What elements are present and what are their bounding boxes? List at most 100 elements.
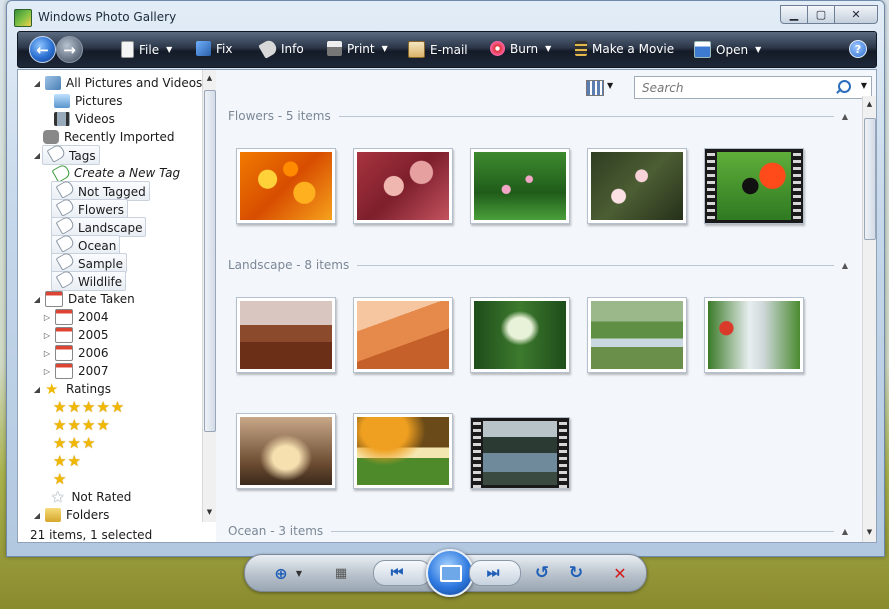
collapse-arrow-icon[interactable]: ◢ (32, 511, 42, 520)
tree-recently-imported[interactable]: Recently Imported (40, 128, 175, 146)
tree-tags[interactable]: ◢ Tags (32, 143, 100, 165)
rating-filter-4-stars[interactable]: ★★★★ (53, 416, 111, 434)
expand-arrow-icon[interactable]: ▷ (42, 349, 52, 358)
slideshow-button[interactable] (426, 549, 474, 597)
tree-tag-item[interactable]: Wildlife (51, 269, 127, 291)
back-arrow-icon: ← (36, 40, 49, 59)
chevron-down-icon[interactable]: ▼ (607, 81, 613, 90)
tree-year-item[interactable]: ▷ 2006 (42, 344, 109, 362)
group-header-landscape[interactable]: Landscape - 8 items ▲ (228, 258, 848, 272)
next-icon[interactable]: ⏭ (483, 563, 503, 583)
tree-all-pictures[interactable]: ◢ All Pictures and Videos (32, 74, 202, 92)
scroll-down-icon[interactable]: ▼ (863, 526, 876, 539)
disc-burn-icon (490, 41, 505, 56)
create-new-tag[interactable]: Create a New Tag (51, 163, 180, 183)
info-button[interactable]: Info (258, 38, 304, 59)
tree-tag-item[interactable]: Flowers (51, 197, 128, 219)
photo-thumbnail[interactable] (587, 148, 687, 224)
maximize-button[interactable]: ▢ (807, 5, 835, 24)
rating-filter-5-stars[interactable]: ★★★★★ (53, 398, 125, 416)
tag-node: Sample (51, 251, 127, 273)
pictures-icon (54, 94, 70, 108)
tree-tag-item[interactable]: Sample (51, 251, 127, 273)
scroll-up-icon[interactable]: ▲ (203, 72, 216, 85)
collapse-group-icon[interactable]: ▲ (842, 261, 848, 270)
tree-tag-item[interactable]: Landscape (51, 215, 147, 237)
photo-thumbnail[interactable] (353, 148, 453, 224)
fix-button[interactable]: Fix (196, 41, 232, 56)
photo-thumbnail[interactable] (587, 297, 687, 373)
title-bar[interactable]: Windows Photo Gallery ▁ ▢ ✕ (7, 1, 884, 31)
print-menu[interactable]: Print ▼ (327, 41, 388, 56)
tree-pictures[interactable]: Pictures (51, 92, 123, 110)
scroll-down-icon[interactable]: ▼ (203, 506, 216, 519)
photo-thumbnail[interactable] (236, 413, 336, 489)
group-label: Ocean - 3 items (228, 524, 324, 538)
tree-year-item[interactable]: ▷ 2007 (42, 362, 109, 380)
forward-arrow-icon: → (63, 40, 76, 59)
burn-menu[interactable]: Burn ▼ (490, 41, 551, 56)
search-icon[interactable] (838, 80, 851, 93)
tree-folders[interactable]: ◢ Folders (32, 506, 109, 524)
photo-thumbnail[interactable] (704, 297, 804, 373)
collapse-group-icon[interactable]: ▲ (842, 112, 848, 121)
nav-scrollbar[interactable]: ▲ ▼ (202, 70, 216, 522)
chevron-down-icon[interactable]: ▼ (289, 563, 309, 583)
close-button[interactable]: ✕ (834, 5, 878, 24)
tree-not-rated[interactable]: ★ Not Rated (51, 488, 131, 506)
collapse-arrow-icon[interactable]: ◢ (32, 79, 42, 88)
photo-thumbnail[interactable] (353, 297, 453, 373)
back-button[interactable]: ← (29, 36, 56, 63)
open-menu[interactable]: Open ▼ (694, 41, 761, 58)
delete-icon[interactable]: ✕ (610, 563, 630, 583)
photo-thumbnail[interactable] (470, 148, 570, 224)
help-button[interactable]: ? (849, 40, 867, 58)
expand-arrow-icon[interactable]: ▷ (42, 313, 52, 322)
tree-year-item[interactable]: ▷ 2004 (42, 308, 109, 326)
nav-scroll-thumb[interactable] (204, 90, 216, 432)
make-movie-button[interactable]: Make a Movie (575, 41, 674, 56)
file-label: File (139, 42, 160, 57)
video-thumbnail[interactable] (470, 417, 570, 489)
photo-thumbnail[interactable] (353, 413, 453, 489)
file-menu[interactable]: File ▼ (121, 41, 172, 58)
forward-button[interactable]: → (56, 36, 83, 63)
chevron-down-icon[interactable]: ▼ (861, 81, 867, 90)
rating-filter-1-stars[interactable]: ★ (53, 470, 67, 488)
rating-filter-2-stars[interactable]: ★★ (53, 452, 82, 470)
tree-tag-item[interactable]: Not Tagged (51, 179, 150, 201)
minimize-button[interactable]: ▁ (780, 5, 808, 24)
zoom-icon[interactable]: ⊕ (271, 563, 291, 583)
tree-ratings[interactable]: ◢ ★ Ratings (32, 380, 111, 398)
film-strip (793, 149, 801, 223)
thumbnail-view-icon[interactable] (586, 80, 604, 96)
scroll-up-icon[interactable]: ▲ (863, 98, 876, 111)
email-button[interactable]: E-mail (408, 41, 468, 58)
actual-size-grid-icon[interactable]: ▦ (331, 563, 351, 583)
rotate-clockwise-icon[interactable]: ↻ (566, 563, 586, 583)
search-input[interactable] (640, 77, 834, 98)
group-header-ocean[interactable]: Ocean - 3 items ▲ (228, 524, 848, 538)
previous-icon[interactable]: ⏮ (387, 563, 407, 583)
tree-videos[interactable]: Videos (51, 110, 115, 128)
collapse-arrow-icon[interactable]: ◢ (32, 151, 42, 160)
rotate-counterclockwise-icon[interactable]: ↺ (532, 563, 552, 583)
tree-date-taken[interactable]: ◢ Date Taken (32, 290, 135, 308)
tree-tag-item[interactable]: Ocean (51, 233, 121, 255)
fix-icon (196, 41, 211, 56)
photo-thumbnail[interactable] (470, 297, 570, 373)
rating-filter-3-stars[interactable]: ★★★ (53, 434, 96, 452)
thumbnail-scrollbar[interactable]: ▲ ▼ (862, 96, 876, 542)
collapse-group-icon[interactable]: ▲ (842, 527, 848, 536)
photo-thumbnail[interactable] (236, 297, 336, 373)
collapse-arrow-icon[interactable]: ◢ (32, 295, 42, 304)
chevron-down-icon: ▼ (381, 44, 388, 53)
expand-arrow-icon[interactable]: ▷ (42, 331, 52, 340)
thumbnail-scroll-thumb[interactable] (864, 118, 876, 240)
group-header-flowers[interactable]: Flowers - 5 items ▲ (228, 109, 848, 123)
collapse-arrow-icon[interactable]: ◢ (32, 385, 42, 394)
video-thumbnail[interactable] (704, 148, 804, 224)
tree-year-item[interactable]: ▷ 2005 (42, 326, 109, 344)
photo-thumbnail[interactable] (236, 148, 336, 224)
expand-arrow-icon[interactable]: ▷ (42, 367, 52, 376)
